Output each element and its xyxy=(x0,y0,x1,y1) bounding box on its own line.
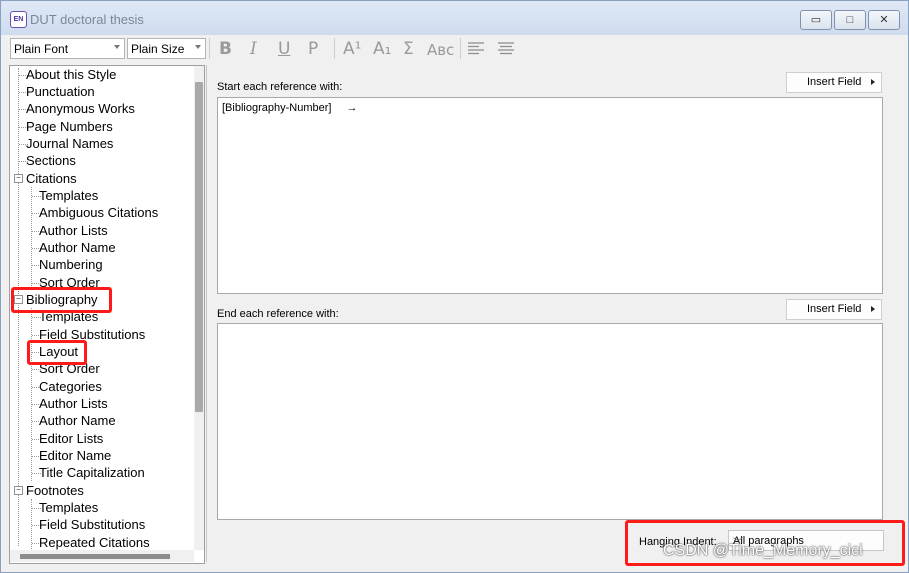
annotation-box-layout xyxy=(27,340,87,365)
tree-item-editor-lists[interactable]: Editor Lists xyxy=(39,430,103,447)
font-select-value: Plain Font xyxy=(14,42,69,56)
tree-item-title-capitalization[interactable]: Title Capitalization xyxy=(39,464,145,481)
size-select[interactable]: Plain Size xyxy=(127,38,206,59)
subscript-button[interactable]: A₁ xyxy=(373,39,391,59)
panel-divider xyxy=(206,65,207,562)
scrollbar-thumb[interactable] xyxy=(195,82,203,412)
align-left-icon xyxy=(468,42,484,55)
justify-icon xyxy=(498,42,514,55)
tree-item-citations-author-name[interactable]: Author Name xyxy=(39,239,116,256)
underline-button[interactable]: U xyxy=(278,39,290,59)
size-select-value: Plain Size xyxy=(131,42,185,56)
tree-item-page-numbers[interactable]: Page Numbers xyxy=(26,118,113,135)
tree-item-editor-name[interactable]: Editor Name xyxy=(39,447,111,464)
collapse-citations-icon[interactable]: − xyxy=(14,174,23,183)
justify-button[interactable] xyxy=(498,42,514,58)
tree-item-footnotes-field-substitutions[interactable]: Field Substitutions xyxy=(39,516,145,533)
toolbar-divider xyxy=(209,38,210,59)
toolbar-divider xyxy=(334,38,335,59)
tree-item-categories[interactable]: Categories xyxy=(39,378,102,395)
style-editor-window: EN DUT doctoral thesis ▭ □ ✕ Plain Font … xyxy=(0,0,909,573)
end-reference-editor[interactable] xyxy=(217,323,883,520)
close-icon: ✕ xyxy=(879,14,889,26)
superscript-button[interactable]: A¹ xyxy=(343,39,361,59)
window-title: DUT doctoral thesis xyxy=(30,12,144,27)
tree-guide-line xyxy=(31,187,32,290)
tree-item-footnotes-templates[interactable]: Templates xyxy=(39,499,98,516)
minimize-icon: ▭ xyxy=(810,14,822,26)
tree-item-repeated-citations[interactable]: Repeated Citations xyxy=(39,534,150,551)
font-select[interactable]: Plain Font xyxy=(10,38,125,59)
minimize-button[interactable]: ▭ xyxy=(800,10,832,30)
tree-item-bibliography-author-name[interactable]: Author Name xyxy=(39,412,116,429)
end-reference-label: End each reference with: xyxy=(217,308,339,320)
start-reference-editor[interactable]: [Bibliography-Number] → xyxy=(217,97,883,294)
scrollbar-thumb[interactable] xyxy=(20,554,170,559)
tree-vertical-scrollbar[interactable] xyxy=(194,66,204,550)
maximize-icon: □ xyxy=(846,14,854,26)
insert-field-label: Insert Field xyxy=(807,303,862,315)
insert-field-label: Insert Field xyxy=(807,76,862,88)
title-bar: EN DUT doctoral thesis ▭ □ ✕ xyxy=(1,1,908,35)
tree-item-punctuation[interactable]: Punctuation xyxy=(26,83,95,100)
chevron-down-icon xyxy=(114,45,120,49)
tree-item-footnotes[interactable]: Footnotes xyxy=(26,482,84,499)
chevron-right-icon xyxy=(871,79,875,85)
tree-item-about-this-style[interactable]: About this Style xyxy=(26,66,116,83)
italic-button[interactable]: I xyxy=(250,39,257,59)
style-tree[interactable]: About this Style Punctuation Anonymous W… xyxy=(9,65,205,564)
tree-item-sections[interactable]: Sections xyxy=(26,152,76,169)
align-left-button[interactable] xyxy=(468,42,484,58)
tree-item-citations-author-lists[interactable]: Author Lists xyxy=(39,222,108,239)
bold-button[interactable]: B xyxy=(219,39,232,59)
chevron-right-icon xyxy=(871,306,875,312)
tree-horizontal-scrollbar[interactable] xyxy=(10,550,194,562)
tree-item-anonymous-works[interactable]: Anonymous Works xyxy=(26,100,135,117)
small-caps-button[interactable]: Aʙᴄ xyxy=(427,41,454,59)
symbol-button[interactable]: Σ xyxy=(403,39,414,59)
endnote-app-icon: EN xyxy=(10,11,27,28)
insert-field-button-start[interactable]: Insert Field xyxy=(786,72,882,93)
insert-field-button-end[interactable]: Insert Field xyxy=(786,299,882,320)
tree-item-citations[interactable]: Citations xyxy=(26,170,77,187)
watermark-text: CSDN @Time_Memory_cici xyxy=(663,542,863,559)
close-button[interactable]: ✕ xyxy=(868,10,900,30)
tab-arrow-icon: → xyxy=(346,102,358,114)
plain-button[interactable]: P xyxy=(308,39,318,59)
chevron-down-icon xyxy=(195,45,201,49)
tree-item-citations-templates[interactable]: Templates xyxy=(39,187,98,204)
bibliography-number-field: [Bibliography-Number] xyxy=(222,102,332,114)
annotation-box-bibliography xyxy=(11,287,112,313)
tree-item-bibliography-author-lists[interactable]: Author Lists xyxy=(39,395,108,412)
toolbar-divider xyxy=(460,38,461,59)
formatting-toolbar: Plain Font Plain Size B I U P A¹ A₁ Σ Aʙ… xyxy=(1,35,908,63)
collapse-footnotes-icon[interactable]: − xyxy=(14,486,23,495)
tree-item-numbering[interactable]: Numbering xyxy=(39,256,103,273)
start-reference-label: Start each reference with: xyxy=(217,81,343,93)
tree-guide-line xyxy=(31,499,32,549)
layout-panel: Start each reference with: Insert Field … xyxy=(210,65,890,562)
tree-item-ambiguous-citations[interactable]: Ambiguous Citations xyxy=(39,204,158,221)
maximize-button[interactable]: □ xyxy=(834,10,866,30)
tree-item-journal-names[interactable]: Journal Names xyxy=(26,135,113,152)
